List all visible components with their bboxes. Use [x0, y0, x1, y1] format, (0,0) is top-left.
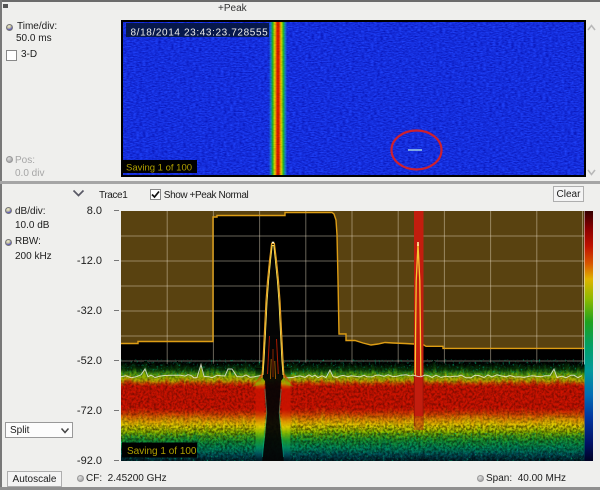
svg-text:Saving 1 of 100: Saving 1 of 100 [127, 446, 197, 457]
svg-text:8/18/2014 23:43:23.728555: 8/18/2014 23:43:23.728555 [131, 28, 269, 39]
svg-text:Saving 1 of 100: Saving 1 of 100 [126, 163, 192, 174]
